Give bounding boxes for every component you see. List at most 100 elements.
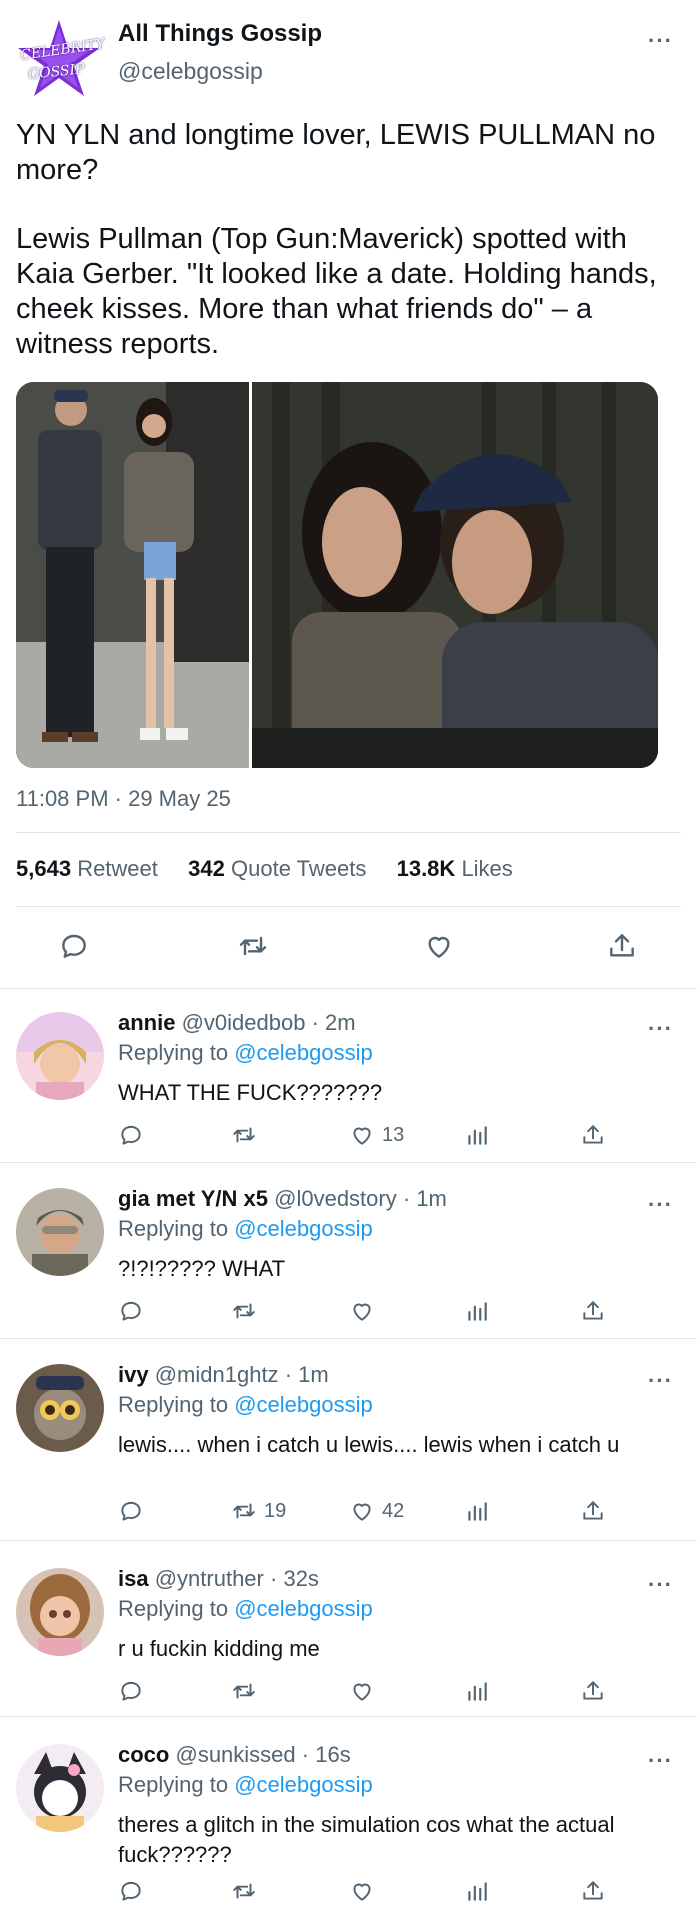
reply-avatar[interactable] <box>16 1012 104 1100</box>
reply-author-handle[interactable]: @v0idedbob <box>182 1010 306 1035</box>
reply-avatar[interactable] <box>16 1364 104 1452</box>
share-button[interactable] <box>580 1122 606 1148</box>
quotes-count[interactable]: 342 <box>188 856 225 881</box>
views-button[interactable] <box>464 1298 490 1324</box>
profile-avatar[interactable]: CELEBRITY GOSSIP <box>16 18 106 98</box>
replying-to-handle[interactable]: @celebgossip <box>234 1596 373 1621</box>
share-icon <box>583 1681 603 1700</box>
photo-left[interactable] <box>16 382 249 768</box>
reply-button[interactable] <box>118 1878 144 1904</box>
reply-time[interactable]: 1m <box>298 1362 329 1387</box>
retweets-label[interactable]: Retweet <box>77 856 158 881</box>
reply[interactable]: coco @sunkissed · 16s ··· Replying to @c… <box>0 1732 697 1920</box>
views-button[interactable] <box>464 1498 490 1524</box>
reply-time[interactable]: 1m <box>416 1186 447 1211</box>
reply[interactable]: ivy @midn1ghtz · 1m ··· Replying to @cel… <box>0 1352 697 1556</box>
reply-author-name[interactable]: coco <box>118 1742 169 1767</box>
share-icon <box>583 1501 603 1520</box>
reply[interactable]: gia met Y/N x5 @l0vedstory · 1m ··· Repl… <box>0 1176 697 1352</box>
quotes-label[interactable]: Quote Tweets <box>231 856 366 881</box>
avatar-illustration <box>16 1188 104 1276</box>
divider <box>16 906 681 907</box>
like-button[interactable]: 42 <box>348 1498 404 1524</box>
reply[interactable]: isa @yntruther · 32s ··· Replying to @ce… <box>0 1556 697 1732</box>
retweet-button[interactable] <box>230 1122 258 1148</box>
reply-separator: · <box>284 1362 293 1387</box>
more-icon[interactable]: ··· <box>648 1194 673 1216</box>
photo-right[interactable] <box>252 382 658 768</box>
avatar-illustration <box>16 1364 104 1452</box>
more-icon[interactable]: ··· <box>648 1370 673 1392</box>
share-icon <box>610 934 634 957</box>
reply-author-name[interactable]: annie <box>118 1010 175 1035</box>
retweet-button[interactable] <box>230 1878 258 1904</box>
retweet-icon <box>233 1127 255 1143</box>
reply-separator: · <box>311 1010 319 1035</box>
retweet-count: 19 <box>264 1499 287 1522</box>
reply-button[interactable] <box>58 930 90 962</box>
reply-author-handle[interactable]: @midn1ghtz <box>155 1362 279 1387</box>
tweet-display-name[interactable]: All Things Gossip <box>118 20 322 48</box>
reply-author-handle[interactable]: @yntruther <box>155 1566 264 1591</box>
reply-time[interactable]: 16s <box>315 1742 350 1767</box>
views-button[interactable] <box>464 1678 490 1704</box>
like-icon <box>353 1303 371 1321</box>
reply-button[interactable] <box>118 1498 144 1524</box>
more-icon[interactable]: ··· <box>648 1574 673 1596</box>
reply-button[interactable] <box>118 1298 144 1324</box>
reply-time[interactable]: 32s <box>283 1566 318 1591</box>
replying-to-handle[interactable]: @celebgossip <box>234 1216 373 1241</box>
replying-to-handle[interactable]: @celebgossip <box>234 1772 373 1797</box>
tweet-media[interactable] <box>16 382 658 768</box>
likes-count[interactable]: 13.8K <box>397 856 456 881</box>
reply-button[interactable] <box>118 1122 144 1148</box>
like-button[interactable] <box>348 1298 376 1324</box>
like-button[interactable] <box>348 1678 376 1704</box>
share-button[interactable] <box>580 1298 606 1324</box>
replying-to-handle[interactable]: @celebgossip <box>234 1040 373 1065</box>
reply-author-handle[interactable]: @sunkissed <box>175 1742 295 1767</box>
reply-separator: · <box>301 1742 310 1767</box>
reply-text: lewis.... when i catch u lewis.... lewis… <box>118 1432 620 1457</box>
reply-button[interactable] <box>118 1678 144 1704</box>
like-button[interactable] <box>422 930 456 962</box>
reply-author-name[interactable]: ivy <box>118 1362 149 1387</box>
retweet-button[interactable] <box>236 930 270 962</box>
reply-time[interactable]: 2m <box>325 1010 356 1035</box>
more-icon[interactable]: ··· <box>648 1018 673 1040</box>
replying-to-label: Replying to <box>118 1216 229 1241</box>
replying-to-label: Replying to <box>118 1392 229 1417</box>
like-icon <box>353 1883 371 1901</box>
like-button[interactable]: 13 <box>348 1122 404 1148</box>
share-button[interactable] <box>606 930 638 962</box>
reply-icon <box>121 1301 141 1321</box>
divider <box>0 1338 697 1339</box>
reply-author-handle[interactable]: @l0vedstory <box>274 1186 397 1211</box>
reply-author-name[interactable]: isa <box>118 1566 149 1591</box>
retweet-icon <box>233 1503 255 1519</box>
retweets-count[interactable]: 5,643 <box>16 856 71 881</box>
reply-avatar[interactable] <box>16 1188 104 1276</box>
share-icon <box>583 1881 603 1900</box>
likes-label[interactable]: Likes <box>461 856 512 881</box>
more-icon[interactable]: ··· <box>648 30 673 52</box>
reply-avatar[interactable] <box>16 1744 104 1832</box>
reply-author-name[interactable]: gia met Y/N x5 <box>118 1186 268 1211</box>
tweet-timestamp[interactable]: 11:08 PM · 29 May 25 <box>16 786 231 812</box>
more-icon[interactable]: ··· <box>648 1750 673 1772</box>
retweet-button[interactable] <box>230 1678 258 1704</box>
share-button[interactable] <box>580 1498 606 1524</box>
views-button[interactable] <box>464 1878 490 1904</box>
reply-avatar[interactable] <box>16 1568 104 1656</box>
replying-to-handle[interactable]: @celebgossip <box>234 1392 373 1417</box>
retweet-icon <box>233 1683 255 1699</box>
divider <box>0 1716 697 1717</box>
share-button[interactable] <box>580 1878 606 1904</box>
like-button[interactable] <box>348 1878 376 1904</box>
share-button[interactable] <box>580 1678 606 1704</box>
views-button[interactable] <box>464 1122 490 1148</box>
tweet-handle[interactable]: @celebgossip <box>118 58 263 85</box>
retweet-button[interactable]: 19 <box>230 1498 286 1524</box>
reply[interactable]: annie @v0idedbob · 2m ··· Replying to @c… <box>0 1000 697 1176</box>
retweet-button[interactable] <box>230 1298 258 1324</box>
